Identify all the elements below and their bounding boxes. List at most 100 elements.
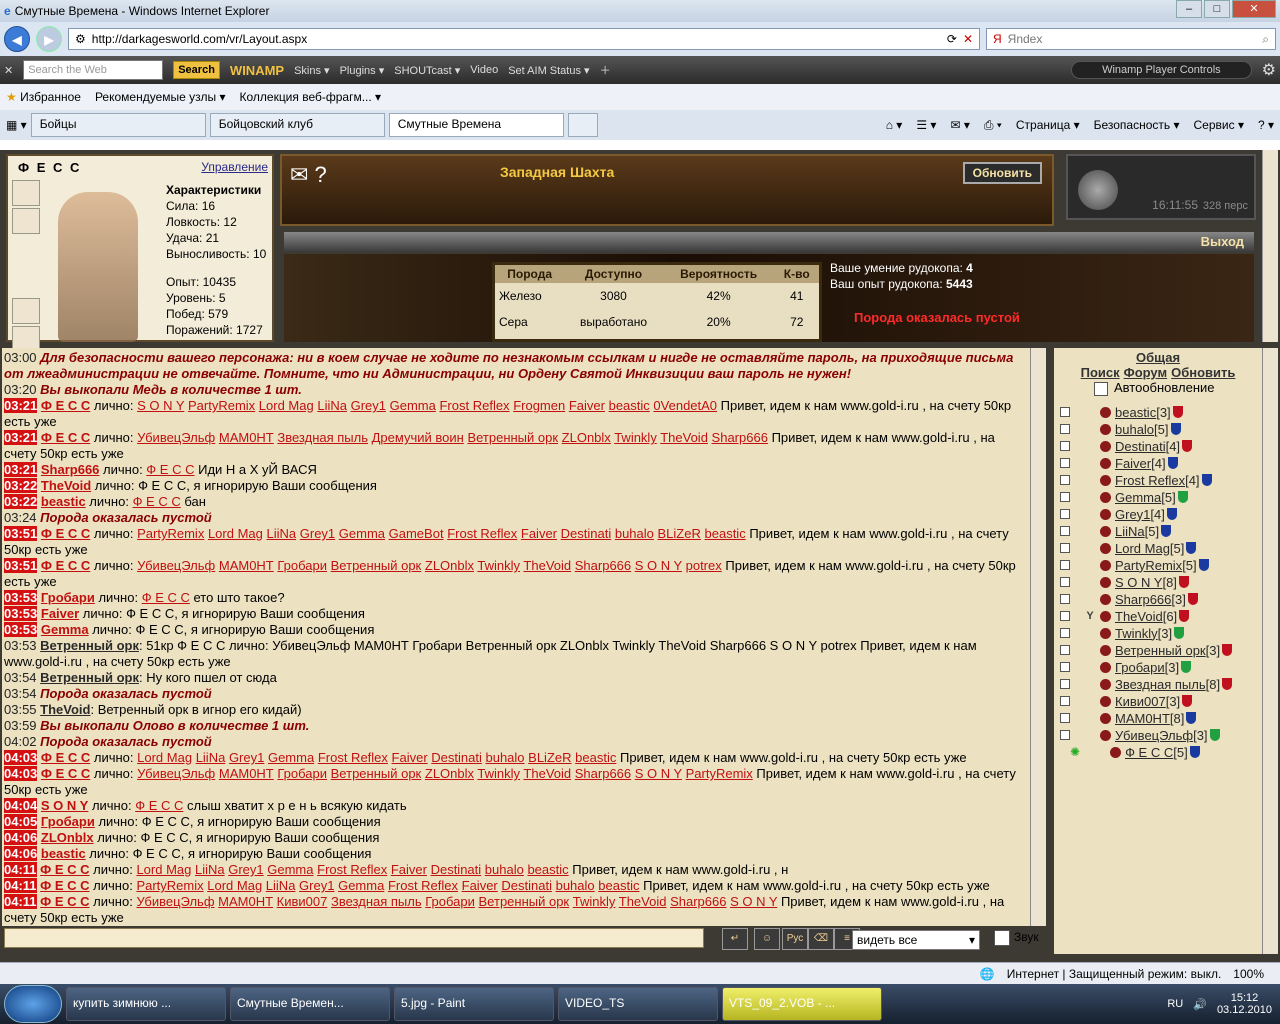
recipient-link[interactable]: Gemma <box>268 750 314 765</box>
tab-fight-club[interactable]: Бойцовский клуб <box>209 113 385 137</box>
recipient-link[interactable]: Sharp666 <box>712 430 768 445</box>
recipient-link[interactable]: Sharp666 <box>670 894 726 909</box>
tab-smutnye-vremena[interactable]: Смутные Времена <box>388 113 564 137</box>
recipient-link[interactable]: beastic <box>705 526 746 541</box>
message-author[interactable]: Sharp666 <box>41 462 100 477</box>
user-checkbox[interactable] <box>1060 543 1070 554</box>
recipient-link[interactable]: Гробари <box>277 558 327 573</box>
language-indicator[interactable]: RU <box>1167 998 1183 1010</box>
tab-fighters[interactable]: Бойцы <box>30 113 206 137</box>
message-author[interactable]: TheVoid <box>40 702 90 717</box>
address-field[interactable]: ⚙ http://darkagesworld.com/vr/Layout.aspx… <box>68 28 980 50</box>
recipient-link[interactable]: beastic <box>575 750 616 765</box>
mail-icon[interactable]: ✉ ? <box>290 162 327 188</box>
winamp-search-button[interactable]: Search <box>173 61 220 79</box>
user-name[interactable]: Гробари <box>1115 660 1165 675</box>
volume-icon[interactable]: 🔊 <box>1193 998 1207 1011</box>
ore-row[interactable]: Железо 3080 42% 41 <box>495 283 819 309</box>
winamp-search-input[interactable]: Search the Web <box>23 60 164 80</box>
sound-toggle[interactable]: Звук <box>994 930 1039 946</box>
user-name[interactable]: Ф Е С С <box>1125 745 1173 760</box>
recipient-link[interactable]: S O N Y <box>635 766 682 781</box>
recipient-link[interactable]: Twinkly <box>573 894 616 909</box>
recipient-link[interactable]: Grey1 <box>351 398 386 413</box>
forum-link[interactable]: Форум <box>1124 365 1167 380</box>
user-name[interactable]: PartyRemix <box>1115 558 1182 573</box>
recipient-link[interactable]: Ветренный орк <box>331 766 422 781</box>
user-name[interactable]: УбивецЭльф <box>1115 728 1193 743</box>
recipient-link[interactable]: BLiZeR <box>528 750 571 765</box>
user-checkbox[interactable] <box>1060 492 1070 503</box>
winamp-logo[interactable]: WINAMP <box>230 63 284 78</box>
recipient-link[interactable]: Twinkly <box>477 766 520 781</box>
page-menu[interactable]: Страница ▾ <box>1016 118 1080 132</box>
user-name[interactable]: Grey1 <box>1115 507 1150 522</box>
recipient-link[interactable]: beastic <box>527 862 568 877</box>
message-author[interactable]: Ф Е С С <box>41 430 90 445</box>
recipient-link[interactable]: buhalo <box>485 750 524 765</box>
user-checkbox[interactable] <box>1060 509 1070 520</box>
recipient-link[interactable]: УбивецЭльф <box>137 430 215 445</box>
recipient-link[interactable]: PartyRemix <box>188 398 255 413</box>
user-checkbox[interactable] <box>1060 594 1070 605</box>
start-button[interactable] <box>4 985 62 1023</box>
recipient-link[interactable]: Twinkly <box>614 430 657 445</box>
recipient-link[interactable]: Destinati <box>431 750 482 765</box>
message-author[interactable]: beastic <box>41 494 86 509</box>
recipient-link[interactable]: beastic <box>609 398 650 413</box>
recipient-link[interactable]: ZLOnblx <box>425 766 474 781</box>
recipient-link[interactable]: Lord Mag <box>259 398 314 413</box>
user-checkbox[interactable] <box>1060 475 1070 486</box>
forward-button[interactable]: ▶ <box>36 26 62 52</box>
user-checkbox[interactable] <box>1060 407 1070 418</box>
recipient-link[interactable]: TheVoid <box>523 766 571 781</box>
manage-link[interactable]: Управление <box>201 160 268 174</box>
recipient-link[interactable]: BLiZeR <box>658 526 701 541</box>
message-author[interactable]: Гробари <box>41 814 95 829</box>
message-author[interactable]: Ветренный орк <box>40 638 139 653</box>
message-author[interactable]: Faiver <box>41 606 79 621</box>
user-name[interactable]: TheVoid <box>1115 609 1163 624</box>
user-checkbox[interactable] <box>1060 713 1070 724</box>
top-frame-scrollbar[interactable] <box>1262 150 1278 342</box>
chat-filter-select[interactable]: видеть все ▾ <box>852 930 980 950</box>
equip-slot[interactable] <box>12 298 40 324</box>
recipient-link[interactable]: Lord Mag <box>136 862 191 877</box>
recipient-link[interactable]: ZLOnblx <box>425 558 474 573</box>
recipient-link[interactable]: УбивецЭльф <box>137 558 215 573</box>
message-author[interactable]: TheVoid <box>41 478 91 493</box>
recipient-link[interactable]: УбивецЭльф <box>136 894 214 909</box>
task-opera[interactable]: купить зимнюю ... <box>66 987 226 1021</box>
recipient-link[interactable]: Faiver <box>462 878 498 893</box>
winamp-player-controls[interactable]: Winamp Player Controls <box>1071 61 1252 79</box>
chat-scrollbar[interactable] <box>1030 348 1046 926</box>
user-name[interactable]: Lord Mag <box>1115 541 1170 556</box>
users-scrollbar[interactable] <box>1262 348 1278 954</box>
recipient-link[interactable]: Звездная пыль <box>277 430 368 445</box>
user-name[interactable]: LiiNa <box>1115 524 1145 539</box>
message-author[interactable]: Гробари <box>41 590 95 605</box>
user-checkbox[interactable] <box>1060 441 1070 452</box>
recipient-link[interactable]: Destinati <box>561 526 612 541</box>
exit-button[interactable]: Выход <box>284 232 1254 252</box>
recipient-link[interactable]: Frogmen <box>513 398 565 413</box>
user-name[interactable]: Gemma <box>1115 490 1161 505</box>
recipient-link[interactable]: PartyRemix <box>136 878 203 893</box>
recipient-link[interactable]: Gemma <box>339 526 385 541</box>
recipient-link[interactable]: buhalo <box>485 862 524 877</box>
recipient-link[interactable]: Destinati <box>501 878 552 893</box>
settings-gear-icon[interactable]: ⚙ <box>1262 60 1276 80</box>
recipient-link[interactable]: LiiNa <box>195 862 225 877</box>
message-author[interactable]: Ф Е С С <box>40 862 89 877</box>
user-name[interactable]: Звездная пыль <box>1115 677 1206 692</box>
refresh-icon[interactable]: ⟳ <box>947 32 957 46</box>
recipient-link[interactable]: 0VendetA0 <box>653 398 717 413</box>
user-checkbox[interactable] <box>1060 645 1070 656</box>
message-author[interactable]: S O N Y <box>41 798 88 813</box>
recipient-link[interactable]: Grey1 <box>299 878 334 893</box>
recipient-link[interactable]: Sharp666 <box>575 766 631 781</box>
recipient-link[interactable]: ZLOnblx <box>562 430 611 445</box>
user-name[interactable]: Киви007 <box>1115 694 1166 709</box>
home-icon[interactable]: ⌂ ▾ <box>886 118 903 132</box>
recipient-link[interactable]: PartyRemix <box>686 766 753 781</box>
